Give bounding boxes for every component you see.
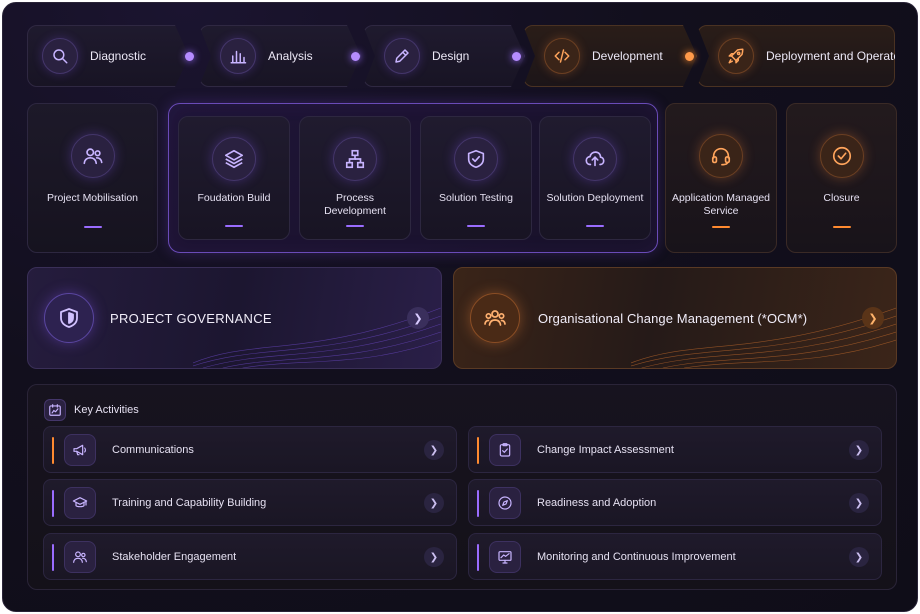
activity-label: Monitoring and Continuous Improvement (537, 550, 736, 563)
step-label: Project Mobilisation (46, 192, 139, 204)
activity-training[interactable]: Training and Capability Building ❯ (43, 479, 457, 526)
headset-icon (699, 134, 743, 178)
project-governance-banner[interactable]: PROJECT GOVERNANCE ❯ (27, 267, 442, 369)
users-group-icon (470, 293, 520, 343)
shield-icon (44, 293, 94, 343)
users-icon (70, 134, 115, 178)
chevron-right-icon[interactable]: ❯ (424, 547, 444, 567)
phase-connector-dot (351, 52, 360, 61)
clipboard-check-icon (489, 434, 521, 466)
key-activities-header: Key Activities (44, 399, 139, 421)
step-indicator (83, 226, 102, 228)
activity-change-impact-assessment[interactable]: Change Impact Assessment ❯ (468, 426, 882, 473)
accent-bar (52, 490, 54, 517)
calendar-chart-icon (44, 399, 66, 421)
accent-bar (52, 544, 54, 571)
step-label: Foudation Build (197, 192, 271, 204)
sitemap-icon (333, 137, 377, 181)
phase-diagnostic[interactable]: Diagnostic (27, 25, 189, 87)
step-label: Closure (823, 192, 860, 204)
megaphone-icon (64, 434, 96, 466)
activity-label: Communications (112, 443, 194, 456)
activity-label: Change Impact Assessment (537, 443, 674, 456)
pencil-icon (384, 38, 420, 74)
step-foudation-build[interactable]: Foudation Build (178, 116, 290, 240)
step-indicator (712, 226, 730, 228)
accent-bar (477, 544, 479, 571)
activity-label: Stakeholder Engagement (112, 550, 237, 563)
phase-deployment[interactable]: Deployment and Operate (697, 25, 895, 87)
step-application-managed-service[interactable]: Application Managed Service (665, 103, 777, 253)
phase-label: Deployment and Operate (766, 49, 901, 63)
shield-check-icon (454, 137, 498, 181)
step-label: Process Development (324, 192, 386, 217)
phase-design[interactable]: Design (363, 25, 525, 87)
phase-label: Design (432, 49, 470, 63)
rocket-icon (718, 38, 754, 74)
activity-monitoring[interactable]: Monitoring and Continuous Improvement ❯ (468, 533, 882, 580)
activity-readiness-adoption[interactable]: Readiness and Adoption ❯ (468, 479, 882, 526)
accent-bar (477, 490, 479, 517)
step-label: Application Managed Service (671, 192, 771, 217)
search-icon (42, 38, 78, 74)
banner-title: Organisational Change Management (*OCM*) (538, 310, 808, 326)
graduation-cap-icon (64, 487, 96, 519)
step-label: Solution Deployment (546, 192, 644, 204)
app-frame: Diagnostic Analysis Design Development D… (2, 2, 918, 612)
accent-bar (477, 437, 479, 464)
phase-label: Development (592, 49, 663, 63)
activity-label: Readiness and Adoption (537, 496, 657, 509)
compass-icon (489, 487, 521, 519)
chevron-right-icon[interactable]: ❯ (849, 493, 869, 513)
chevron-right-icon[interactable]: ❯ (862, 307, 884, 329)
chevron-right-icon[interactable]: ❯ (849, 547, 869, 567)
phase-label: Diagnostic (90, 49, 147, 63)
activity-communications[interactable]: Communications ❯ (43, 426, 457, 473)
chevron-right-icon[interactable]: ❯ (424, 440, 444, 460)
step-label: Solution Testing (439, 192, 513, 204)
people-icon (64, 541, 96, 573)
step-indicator (467, 225, 485, 227)
check-circle-icon (819, 134, 864, 178)
layers-icon (212, 137, 256, 181)
activity-stakeholder-engagement[interactable]: Stakeholder Engagement ❯ (43, 533, 457, 580)
step-indicator (586, 225, 604, 227)
cloud-upload-icon (573, 137, 617, 181)
bar-chart-icon (220, 38, 256, 74)
code-icon (544, 38, 580, 74)
phase-connector-dot (685, 52, 694, 61)
step-process-development[interactable]: Process Development (299, 116, 411, 240)
phase-connector-dot (185, 52, 194, 61)
trend-monitor-icon (489, 541, 521, 573)
accent-bar (52, 437, 54, 464)
phase-analysis[interactable]: Analysis (199, 25, 361, 87)
step-solution-testing[interactable]: Solution Testing (420, 116, 532, 240)
chevron-right-icon[interactable]: ❯ (849, 440, 869, 460)
banner-title: PROJECT GOVERNANCE (110, 310, 272, 326)
phase-development[interactable]: Development (523, 25, 697, 87)
step-indicator (225, 225, 243, 227)
ocm-banner[interactable]: Organisational Change Management (*OCM*)… (453, 267, 897, 369)
step-closure[interactable]: Closure (786, 103, 897, 253)
activity-label: Training and Capability Building (112, 496, 267, 509)
chevron-right-icon[interactable]: ❯ (407, 307, 429, 329)
step-project-mobilisation[interactable]: Project Mobilisation (27, 103, 158, 253)
section-title: Key Activities (74, 404, 139, 416)
step-indicator (832, 226, 851, 228)
phase-label: Analysis (268, 49, 313, 63)
step-solution-deployment[interactable]: Solution Deployment (539, 116, 651, 240)
key-activities-panel: Key Activities Communications ❯ Change I… (27, 384, 897, 590)
step-indicator (346, 225, 364, 227)
phase-connector-dot (512, 52, 521, 61)
chevron-right-icon[interactable]: ❯ (424, 493, 444, 513)
